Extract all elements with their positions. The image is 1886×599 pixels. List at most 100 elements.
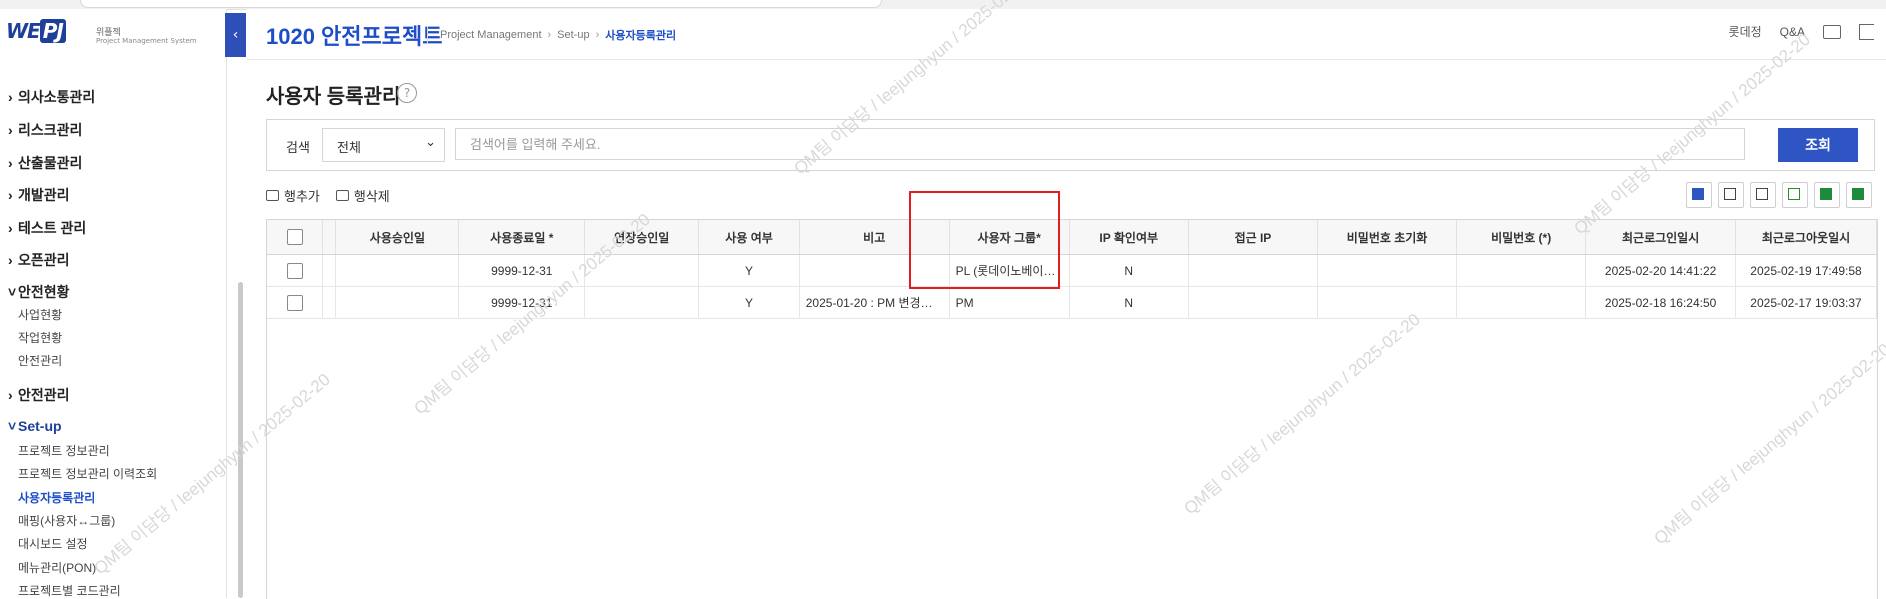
- column-header[interactable]: 최근로그인일시: [1585, 220, 1737, 255]
- sidebar-section-test[interactable]: › 테스트 관리: [8, 218, 86, 238]
- help-icon[interactable]: ?: [397, 83, 417, 103]
- sidebar-collapse-button[interactable]: ‹: [225, 13, 246, 57]
- sidebar-item-dashboard-settings[interactable]: 대시보드 설정: [18, 535, 88, 552]
- logout-icon[interactable]: [1859, 23, 1874, 40]
- column-header[interactable]: 사용 여부: [698, 220, 800, 255]
- sidebar-item-work-status[interactable]: 작업현황: [18, 329, 62, 346]
- chevron-right-icon: ›: [8, 387, 13, 403]
- search-input[interactable]: [455, 128, 1745, 160]
- spacer-cell: [322, 254, 337, 287]
- column-header[interactable]: 비밀번호 (*): [1456, 220, 1587, 255]
- ip-check-cell[interactable]: N: [1069, 286, 1189, 319]
- spacer-cell: [322, 286, 337, 319]
- sidebar-section-safety-status[interactable]: ˅ 안전현황: [8, 282, 70, 302]
- table-row[interactable]: 9999-12-31 Y PL (롯데이노베이… N 2025-02-20 14…: [267, 254, 1877, 287]
- sidebar-section-setup[interactable]: ˅ Set-up: [8, 418, 62, 434]
- user-name[interactable]: 롯데정: [1729, 23, 1762, 40]
- page-title: 사용자 등록관리: [266, 86, 401, 108]
- delete-row-button[interactable]: 행삭제: [335, 186, 390, 205]
- row-actions: 행추가 행삭제: [266, 186, 390, 205]
- highlight-box: [909, 191, 1060, 289]
- sidebar-section-open[interactable]: › 오픈관리: [8, 250, 70, 270]
- excel-download-icon[interactable]: [1846, 182, 1872, 208]
- end-date-cell[interactable]: 9999-12-31: [458, 286, 586, 319]
- search-scope-select[interactable]: 전체 ⌄: [322, 128, 445, 162]
- last-login-cell: 2025-02-18 16:24:50: [1585, 286, 1737, 319]
- refresh-doc-icon[interactable]: [1750, 182, 1776, 208]
- table-header-row: 사용승인일 사용종료일 * 연장승인일 사용 여부 비고 사용자 그룹* IP …: [267, 220, 1877, 255]
- sidebar-item-mapping[interactable]: 매핑(사용자↔그룹): [18, 512, 115, 529]
- breadcrumb-item[interactable]: Set-up: [557, 29, 589, 41]
- use-yn-cell[interactable]: Y: [698, 286, 800, 319]
- sidebar-section-risk[interactable]: › 리스크관리: [8, 120, 82, 140]
- row-checkbox[interactable]: [286, 294, 303, 311]
- column-header[interactable]: 사용승인일: [335, 220, 460, 255]
- sidebar-scrollbar[interactable]: [238, 282, 243, 598]
- breadcrumb-current: 사용자등록관리: [605, 30, 677, 42]
- chevron-right-icon: ›: [547, 29, 552, 41]
- access-ip-cell[interactable]: [1188, 254, 1319, 287]
- brand-tagline: Project Management System: [96, 37, 197, 45]
- sidebar-item-code-mgmt[interactable]: 프로젝트별 코드관리: [18, 582, 121, 598]
- user-group-cell[interactable]: PM: [949, 286, 1070, 319]
- project-title[interactable]: 1020 안전프로젝트: [266, 19, 443, 51]
- sidebar-item-safety-mgmt[interactable]: 안전관리: [18, 352, 62, 369]
- check-doc-icon[interactable]: [1718, 182, 1744, 208]
- chevron-right-icon: ›: [8, 187, 13, 203]
- chevron-down-icon: ˅: [8, 284, 17, 300]
- app-logo[interactable]: WE PJ 위플젝 Project Management System: [0, 9, 226, 61]
- copy-icon[interactable]: [1686, 182, 1712, 208]
- add-row-button[interactable]: 행추가: [266, 186, 320, 205]
- sidebar-item-business-status[interactable]: 사업현황: [18, 306, 62, 323]
- password-reset-cell[interactable]: [1317, 254, 1458, 287]
- user-grid: 사용승인일 사용종료일 * 연장승인일 사용 여부 비고 사용자 그룹* IP …: [266, 219, 1878, 599]
- table-row[interactable]: 9999-12-31 Y 2025-01-20 : PM 변경… PM N 20…: [267, 286, 1877, 319]
- row-select-cell: [267, 254, 324, 287]
- access-ip-cell[interactable]: [1188, 286, 1319, 319]
- use-yn-cell[interactable]: Y: [698, 254, 800, 287]
- page-header: 1020 안전프로젝트 Project Management › Set-up …: [247, 9, 1886, 60]
- qa-link[interactable]: Q&A: [1780, 25, 1805, 39]
- password-reset-cell[interactable]: [1317, 286, 1458, 319]
- mail-icon[interactable]: [1823, 24, 1841, 39]
- chevron-down-icon: ⌄: [425, 135, 436, 150]
- approval-date-cell[interactable]: [335, 286, 460, 319]
- column-header[interactable]: 최근로그아웃일시: [1735, 220, 1877, 255]
- row-checkbox[interactable]: [286, 262, 303, 279]
- ip-check-cell[interactable]: N: [1069, 254, 1189, 287]
- chevron-down-icon: ˅: [8, 418, 17, 434]
- sidebar-item-project-info[interactable]: 프로젝트 정보관리: [18, 442, 110, 459]
- excel-upload-icon[interactable]: [1814, 182, 1840, 208]
- grid-toolbar: [1686, 182, 1872, 208]
- sidebar-item-project-info-history[interactable]: 프로젝트 정보관리 이력조회: [18, 465, 157, 482]
- password-cell[interactable]: [1456, 254, 1587, 287]
- note-cell[interactable]: 2025-01-20 : PM 변경…: [799, 286, 950, 319]
- last-logout-cell: 2025-02-19 17:49:58: [1735, 254, 1877, 287]
- sidebar-item-user-registration[interactable]: 사용자등록관리: [18, 489, 95, 506]
- sidebar-section-communication[interactable]: › 의사소통관리: [8, 87, 95, 107]
- column-header[interactable]: 비밀번호 초기화: [1317, 220, 1458, 255]
- extension-date-cell[interactable]: [584, 286, 700, 319]
- chevron-right-icon: ›: [595, 29, 600, 41]
- chevron-left-icon: ‹: [232, 27, 239, 43]
- column-header[interactable]: 사용종료일 *: [458, 220, 586, 255]
- end-date-cell[interactable]: 9999-12-31: [458, 254, 586, 287]
- list-icon[interactable]: [1782, 182, 1808, 208]
- select-all-checkbox[interactable]: [286, 229, 303, 245]
- approval-date-cell[interactable]: [335, 254, 460, 287]
- password-cell[interactable]: [1456, 286, 1587, 319]
- sidebar-section-deliverables[interactable]: › 산출물관리: [8, 153, 82, 173]
- column-header[interactable]: 연장승인일: [584, 220, 700, 255]
- sidebar-item-menu-mgmt[interactable]: 메뉴관리(PON): [18, 559, 96, 576]
- sidebar-section-safety-mgmt[interactable]: › 안전관리: [8, 385, 70, 405]
- row-select-cell: [267, 286, 324, 319]
- column-header[interactable]: IP 확인여부: [1069, 220, 1189, 255]
- search-button[interactable]: 조회: [1778, 128, 1858, 162]
- breadcrumb-item[interactable]: Project Management: [440, 29, 542, 41]
- extension-date-cell[interactable]: [584, 254, 700, 287]
- last-login-cell: 2025-02-20 14:41:22: [1585, 254, 1737, 287]
- column-header[interactable]: 접근 IP: [1188, 220, 1319, 255]
- search-scope-value: 전체: [337, 140, 361, 155]
- address-bar[interactable]: [80, 0, 882, 8]
- sidebar-section-development[interactable]: › 개발관리: [8, 185, 70, 205]
